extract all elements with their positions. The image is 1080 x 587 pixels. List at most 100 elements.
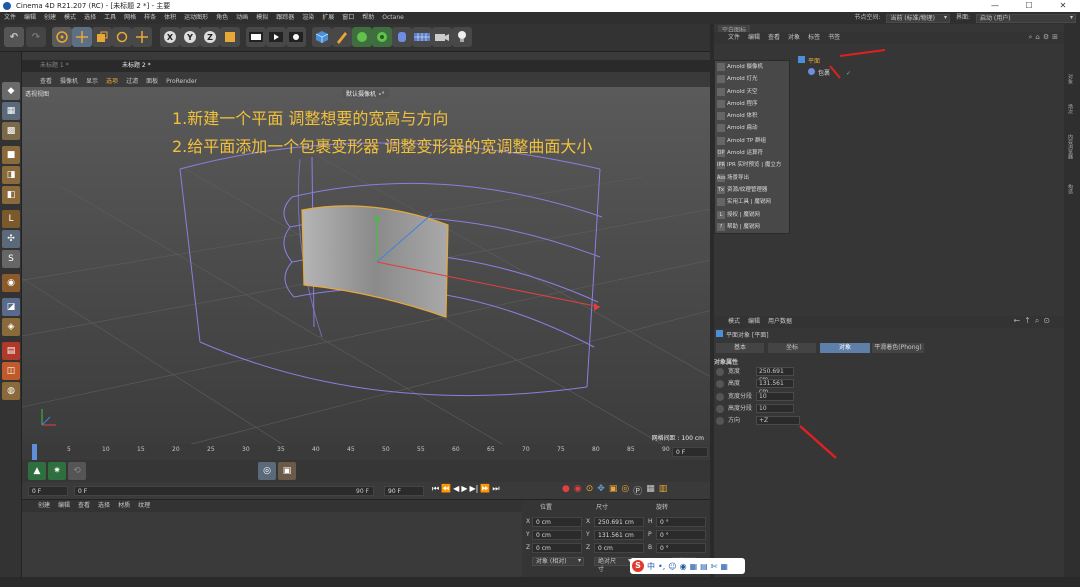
param-key-icon[interactable]: Ⓟ bbox=[633, 484, 642, 497]
menu-tools[interactable]: 工具 bbox=[104, 12, 116, 24]
next-key-icon[interactable]: ⏩ bbox=[480, 484, 490, 494]
arnold-menu-item[interactable]: 实用工具 | 魔锐网 bbox=[715, 196, 789, 208]
arnold-menu-item[interactable]: L 授权 | 魔锐网 bbox=[715, 209, 789, 221]
object-menu-tags[interactable]: 标签 bbox=[808, 32, 820, 44]
settings-icon[interactable]: ⚙ bbox=[1043, 33, 1049, 42]
rotation-key-icon[interactable]: ◎ bbox=[621, 484, 629, 497]
viewport-menu-options[interactable]: 选项 bbox=[106, 76, 118, 87]
object-tree[interactable]: 平面 包裹 ✓ bbox=[790, 46, 1064, 312]
object-menu-edit[interactable]: 编辑 bbox=[748, 32, 760, 44]
attribute-menu-edit[interactable]: 编辑 bbox=[748, 316, 760, 328]
playhead[interactable] bbox=[32, 444, 37, 460]
new-panel-icon[interactable]: ⊞ bbox=[1052, 33, 1058, 42]
back-arrow-icon[interactable]: ← bbox=[1013, 316, 1020, 326]
search-icon[interactable]: ⌕ bbox=[1028, 33, 1032, 42]
render-view-icon[interactable] bbox=[246, 27, 266, 47]
attribute-menu-mode[interactable]: 模式 bbox=[728, 316, 740, 328]
material-area[interactable] bbox=[22, 512, 522, 577]
cloner-icon[interactable] bbox=[372, 27, 392, 47]
current-frame-field[interactable]: 0 F bbox=[672, 447, 708, 457]
solo-icon[interactable]: ◪ bbox=[2, 298, 20, 316]
coord-p-rotation[interactable]: 0 ° bbox=[656, 530, 706, 540]
close-button[interactable]: ✕ bbox=[1046, 0, 1080, 12]
maximize-button[interactable]: ☐ bbox=[1012, 0, 1046, 12]
attribute-value-field[interactable]: 131.561 cm bbox=[756, 379, 794, 395]
tab-coord[interactable]: 坐标 bbox=[768, 343, 816, 353]
tab-object[interactable]: 对象 bbox=[820, 343, 870, 353]
cube-icon[interactable] bbox=[312, 27, 332, 47]
coord-x-size[interactable]: 250.691 cm bbox=[594, 517, 644, 527]
play-icon[interactable]: ▶ bbox=[461, 484, 467, 494]
menu-octane[interactable]: Octane bbox=[382, 12, 404, 24]
menu-simulate[interactable]: 模拟 bbox=[256, 12, 268, 24]
voice-icon[interactable]: ◉ bbox=[680, 562, 687, 571]
scheme-icon[interactable]: ▣ bbox=[278, 462, 296, 480]
object-menu-view[interactable]: 查看 bbox=[768, 32, 780, 44]
arnold-menu-item[interactable]: Arnold 摄像机 bbox=[715, 61, 789, 73]
menu-spline[interactable]: 样条 bbox=[144, 12, 156, 24]
preview-range-slider[interactable]: 0 F bbox=[74, 486, 374, 496]
goto-end-icon[interactable]: ⏭ bbox=[492, 484, 499, 494]
material-menu-texture[interactable]: 纹理 bbox=[138, 500, 150, 512]
emoji-icon[interactable]: ☺ bbox=[668, 562, 676, 571]
viewport-menu-display[interactable]: 显示 bbox=[86, 76, 98, 87]
menu-character[interactable]: 角色 bbox=[216, 12, 228, 24]
tweak-icon[interactable]: ✣ bbox=[2, 230, 20, 248]
arnold-menu-item[interactable]: Arnold 天空 bbox=[715, 86, 789, 98]
object-menu-objects[interactable]: 对象 bbox=[788, 32, 800, 44]
workplane-icon[interactable]: ▩ bbox=[2, 122, 20, 140]
enable-axis-icon[interactable]: L bbox=[2, 210, 20, 228]
menu-mograph[interactable]: 运动图形 bbox=[184, 12, 208, 24]
link-icon[interactable]: ⟲ bbox=[68, 462, 86, 480]
3d-viewport[interactable]: 透视视图 默认摄像机 ∘° 1.新建一个平面 调整想要的宽高与方向 2.给平面添… bbox=[22, 87, 710, 444]
node-space-dropdown[interactable]: 当前 (标准/物理) bbox=[886, 13, 950, 23]
animate-dot-icon[interactable] bbox=[716, 417, 724, 426]
arnold-menu-item[interactable]: Ass 场景导出 bbox=[715, 172, 789, 184]
menu-window[interactable]: 窗口 bbox=[342, 12, 354, 24]
animate-dot-icon[interactable] bbox=[716, 368, 724, 376]
ime-toolbar[interactable]: S 中 •, ☺ ◉ ▦ ▤ ✄ ▦ bbox=[630, 558, 745, 574]
end-frame-field[interactable]: 90 F bbox=[384, 486, 424, 496]
timeline-ruler[interactable]: 051015202530354045505560657075808590 0 F bbox=[22, 444, 710, 460]
menu-help[interactable]: 帮助 bbox=[362, 12, 374, 24]
viewport-menu-filter[interactable]: 过滤 bbox=[126, 76, 138, 87]
search-attr-icon[interactable]: ⌕ bbox=[1035, 316, 1039, 326]
polygons-mode-icon[interactable]: ◧ bbox=[2, 186, 20, 204]
add-icon[interactable] bbox=[132, 27, 152, 47]
axis-mode-icon[interactable]: ◈ bbox=[2, 318, 20, 336]
menu-animate[interactable]: 动画 bbox=[236, 12, 248, 24]
size-mode-dropdown[interactable]: 绝对尺寸 bbox=[594, 557, 634, 573]
coord-x-position[interactable]: 0 cm bbox=[532, 517, 582, 527]
subdivision-icon[interactable] bbox=[352, 27, 372, 47]
menu-tracker[interactable]: 跟踪器 bbox=[276, 12, 294, 24]
coord-h-rotation[interactable]: 0 ° bbox=[656, 517, 706, 527]
menu-edit[interactable]: 编辑 bbox=[24, 12, 36, 24]
octane-material-icon[interactable]: ◍ bbox=[2, 382, 20, 400]
material-menu-view[interactable]: 查看 bbox=[78, 500, 90, 512]
camera-icon[interactable] bbox=[432, 27, 452, 47]
rotate-icon[interactable] bbox=[112, 27, 132, 47]
keyframe-gear-icon[interactable]: ✷ bbox=[48, 462, 66, 480]
prev-frame-icon[interactable]: ◀ bbox=[453, 484, 459, 494]
minimize-button[interactable]: — bbox=[978, 0, 1012, 12]
move-icon[interactable] bbox=[72, 27, 92, 47]
menu-mesh[interactable]: 网格 bbox=[124, 12, 136, 24]
menu-file[interactable]: 文件 bbox=[4, 12, 16, 24]
home-icon[interactable]: ⌂ bbox=[1035, 33, 1039, 42]
viewport-menu-panel[interactable]: 面板 bbox=[146, 76, 158, 87]
octane-icon[interactable]: ▤ bbox=[2, 342, 20, 360]
material-menu-select[interactable]: 选择 bbox=[98, 500, 110, 512]
coord-z-size[interactable]: 0 cm bbox=[594, 543, 644, 553]
light-icon[interactable] bbox=[452, 27, 472, 47]
live-select-icon[interactable] bbox=[52, 27, 72, 47]
scale-icon[interactable] bbox=[92, 27, 112, 47]
coord-y-size[interactable]: 131.561 cm bbox=[594, 530, 644, 540]
octane-live-icon[interactable]: ◫ bbox=[2, 362, 20, 380]
coord-z-position[interactable]: 0 cm bbox=[532, 543, 582, 553]
animate-dot-icon[interactable] bbox=[716, 404, 724, 413]
motion-record-icon[interactable]: ▲ bbox=[28, 462, 46, 480]
position-key-icon[interactable]: ✥ bbox=[597, 484, 605, 497]
z-axis-icon[interactable]: Z bbox=[200, 27, 220, 47]
tab-phong[interactable]: 平滑着色(Phong) bbox=[872, 343, 924, 353]
coord-b-rotation[interactable]: 0 ° bbox=[656, 543, 706, 553]
